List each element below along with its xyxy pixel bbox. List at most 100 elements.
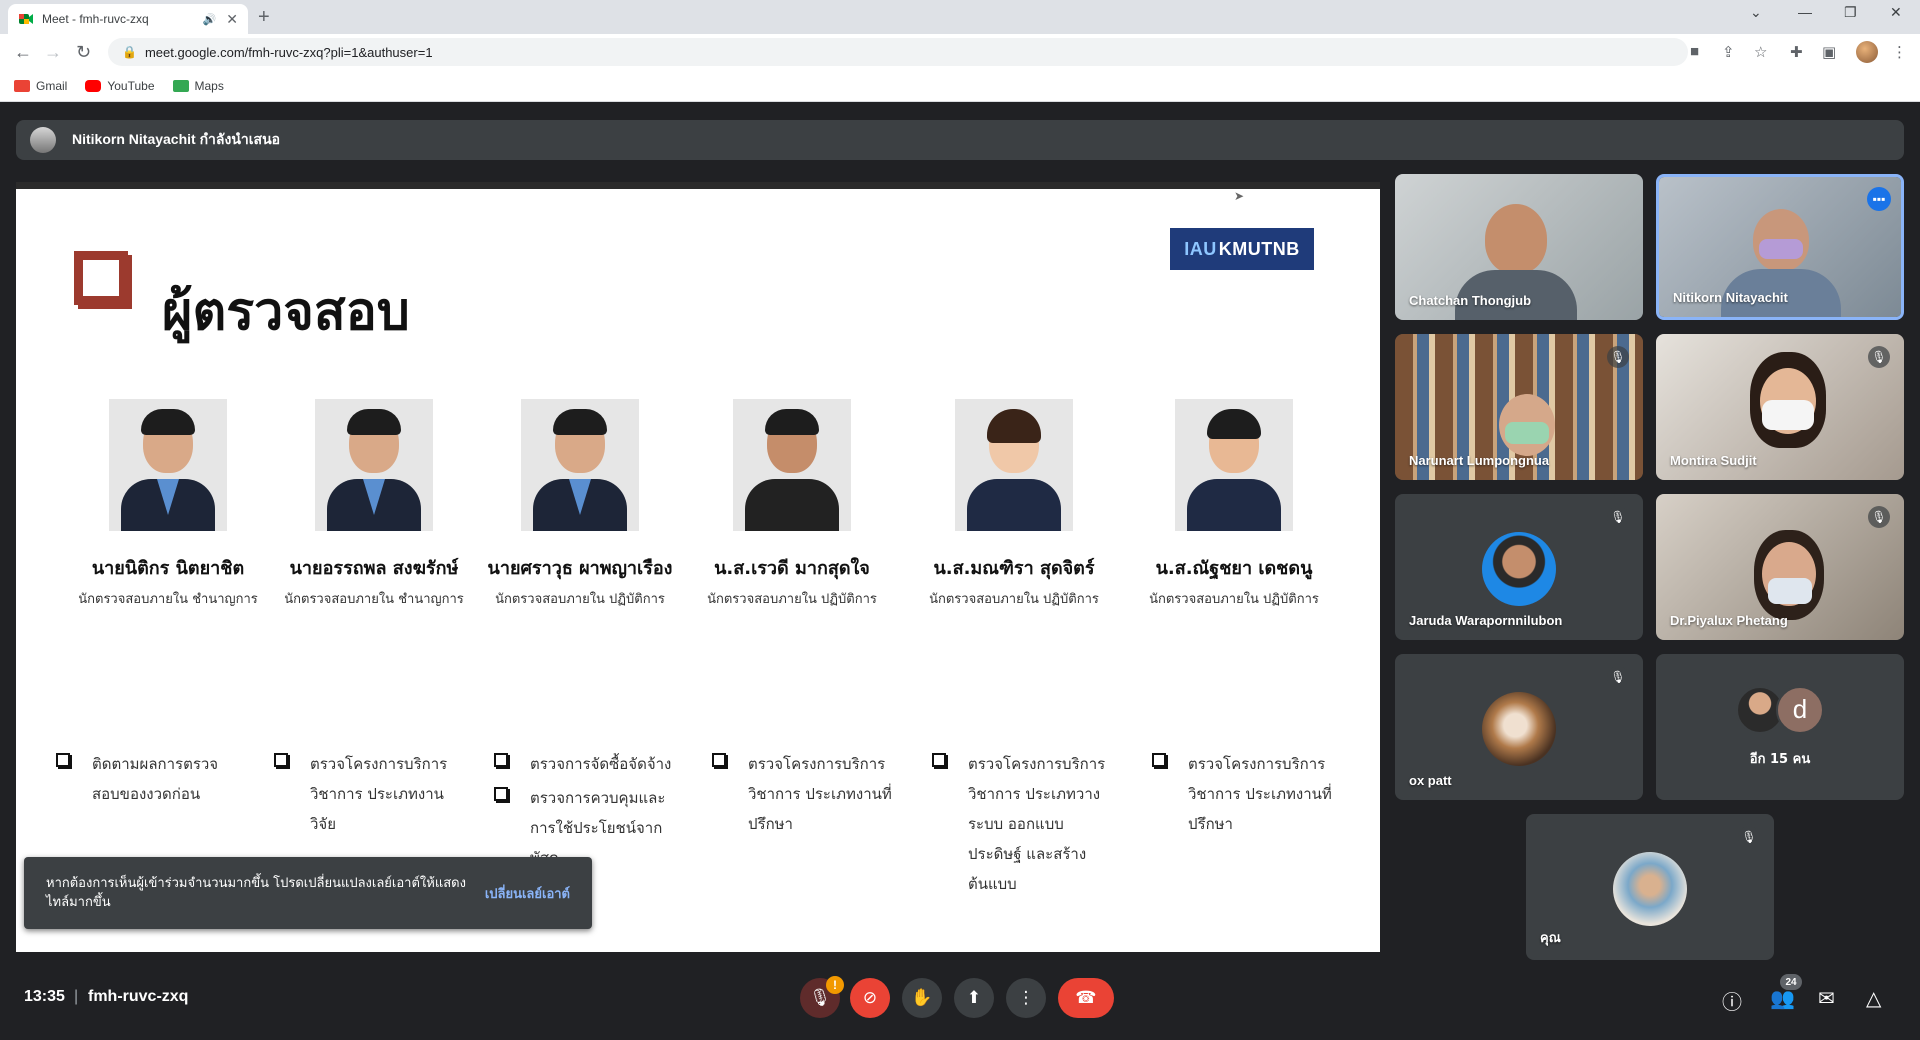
member-card: น.ส.เรวดี มากสุดใจ นักตรวจสอบภายใน ปฏิบั…	[692, 399, 892, 609]
participant-name: Narunart Lumpongnua	[1409, 453, 1550, 468]
member-duties: ตรวจโครงการบริการวิชาการ ประเภทงานที่ปรึ…	[712, 749, 892, 843]
muted-mic-icon: 🎙	[1607, 666, 1629, 688]
member-name: น.ส.มณฑิรา สุดจิตร์	[933, 558, 1095, 579]
minimize-icon[interactable]: —	[1798, 4, 1812, 20]
tab-close-icon[interactable]: ✕	[226, 11, 238, 28]
window-close-icon[interactable]: ✕	[1890, 4, 1902, 21]
activities-icon[interactable]: △	[1866, 986, 1881, 1011]
mouse-cursor-icon: ➤	[1234, 189, 1245, 203]
duty-item: ตรวจโครงการบริการวิชาการ ประเภทงานที่ปรึ…	[712, 749, 892, 839]
member-role: นักตรวจสอบภายใน ปฏิบัติการ	[707, 592, 877, 607]
participant-tile[interactable]: 🎙 Montira Sudjit	[1656, 334, 1904, 480]
side-panel-icon[interactable]: ▣	[1822, 43, 1836, 61]
present-button[interactable]: ⬆	[954, 978, 994, 1018]
duty-item: ติดตามผลการตรวจสอบของงวดก่อน	[56, 749, 236, 809]
presenting-banner: Nitikorn Nitayachit กำลังนำเสนอ	[16, 120, 1904, 160]
controls-bar: 13:35 | fmh-ruvc-zxq 🎙 ! ⊘ ✋ ⬆ ⋮ ☎ ⓘ 👥 2…	[0, 950, 1920, 1040]
member-photo	[1175, 399, 1293, 531]
member-name: น.ส.เรวดี มากสุดใจ	[714, 558, 870, 579]
title-square-icon	[74, 251, 128, 305]
iau-kmutnb-logo: IAU KMUTNB	[1170, 228, 1314, 270]
reload-icon[interactable]: ↻	[76, 42, 91, 63]
change-layout-button[interactable]: เปลี่ยนเลย์เอาต์	[485, 883, 570, 904]
member-card: นายศราวุธ ผาพญาเรือง นักตรวจสอบภายใน ปฏิ…	[480, 399, 680, 609]
duty-item: ตรวจโครงการบริการวิชาการ ประเภทวางระบบ อ…	[932, 749, 1112, 899]
member-duties: ตรวจโครงการบริการวิชาการ ประเภทงานวิจัย	[274, 749, 454, 843]
checkbox-icon	[932, 753, 946, 767]
toast-message: หากต้องการเห็นผู้เข้าร่วมจำนวนมากขึ้น โป…	[46, 876, 466, 910]
meeting-time: 13:35	[24, 988, 65, 1005]
member-photo	[955, 399, 1073, 531]
omnibox[interactable]: 🔒 meet.google.com/fmh-ruvc-zxq?pli=1&aut…	[108, 38, 1688, 66]
more-participants-label: อีก 15 คน	[1749, 751, 1811, 767]
more-vert-icon: ⋮	[1017, 988, 1035, 1007]
checkbox-icon	[1152, 753, 1166, 767]
muted-mic-icon: 🎙	[1868, 346, 1890, 368]
member-card: น.ส.ณัฐชยา เดชดนู นักตรวจสอบภายใน ปฏิบัต…	[1134, 399, 1334, 609]
camera-in-use-icon[interactable]: ■	[1690, 43, 1699, 60]
chat-icon[interactable]: ✉	[1818, 986, 1835, 1011]
profile-avatar[interactable]	[1856, 41, 1878, 63]
muted-mic-icon: 🎙	[1607, 346, 1629, 368]
member-name: นายศราวุธ ผาพญาเรือง	[487, 558, 673, 579]
participant-name: คุณ	[1540, 930, 1561, 945]
participant-tile[interactable]: 🎙 Dr.Piyalux Phetang	[1656, 494, 1904, 640]
meeting-details-icon[interactable]: ⓘ	[1722, 986, 1742, 1015]
member-role: นักตรวจสอบภายใน ปฏิบัติการ	[1149, 592, 1319, 607]
checkbox-icon	[712, 753, 726, 767]
participant-tile[interactable]: Chatchan Thongjub	[1395, 174, 1643, 320]
member-duties: ตรวจโครงการบริการวิชาการ ประเภทวางระบบ อ…	[932, 749, 1112, 903]
meeting-code: fmh-ruvc-zxq	[88, 988, 189, 1005]
member-role: นักตรวจสอบภายใน ชำนาญการ	[78, 592, 258, 607]
meet-stage: Nitikorn Nitayachit กำลังนำเสนอ ผู้ตรวจส…	[0, 102, 1920, 1040]
participant-tile[interactable]: 🎙 Narunart Lumpongnua	[1395, 334, 1643, 480]
extensions-icon[interactable]: ✚	[1790, 43, 1803, 61]
member-name: นายนิติกร นิตยาชิต	[91, 558, 245, 579]
new-tab-icon[interactable]: +	[258, 6, 270, 29]
back-icon[interactable]: ←	[14, 42, 32, 63]
raise-hand-button[interactable]: ✋	[902, 978, 942, 1018]
participant-name: Montira Sudjit	[1670, 453, 1757, 468]
bookmark-star-icon[interactable]: ☆	[1754, 43, 1767, 61]
browser-menu-icon[interactable]: ⋮	[1892, 43, 1907, 61]
participant-name: Dr.Piyalux Phetang	[1670, 613, 1788, 628]
hand-icon: ✋	[911, 988, 933, 1007]
bookmark-youtube[interactable]: YouTube	[85, 79, 155, 93]
tab-search-icon[interactable]: ⌄	[1750, 4, 1762, 21]
speaking-indicator-icon: ▪▪▪	[1867, 187, 1891, 211]
bookmark-maps[interactable]: Maps	[172, 79, 224, 93]
forward-icon[interactable]: →	[44, 42, 62, 63]
checkbox-icon	[494, 753, 508, 767]
participant-avatar	[1482, 692, 1556, 766]
meet-favicon-icon	[19, 14, 33, 24]
checkbox-icon	[56, 753, 70, 767]
share-icon[interactable]: ⇪	[1722, 43, 1735, 61]
presenter-avatar	[30, 127, 56, 153]
leave-call-button[interactable]: ☎	[1058, 978, 1114, 1018]
self-view-tile[interactable]: 🎙 คุณ	[1526, 814, 1774, 960]
participant-tile[interactable]: 🎙 Jaruda Warapornnilubon	[1395, 494, 1643, 640]
member-photo	[733, 399, 851, 531]
participant-avatar	[1613, 852, 1687, 926]
lock-icon[interactable]: 🔒	[122, 45, 137, 59]
layout-toast: หากต้องการเห็นผู้เข้าร่วมจำนวนมากขึ้น โป…	[24, 857, 592, 929]
more-options-button[interactable]: ⋮	[1006, 978, 1046, 1018]
separator: |	[74, 988, 79, 1005]
checkbox-icon	[274, 753, 288, 767]
checkbox-icon	[494, 787, 508, 801]
more-participants-tile[interactable]: d อีก 15 คน	[1656, 654, 1904, 800]
restore-icon[interactable]: ❐	[1844, 4, 1857, 21]
browser-tab[interactable]: Meet - fmh-ruvc-zxq 🔊 ✕	[8, 4, 248, 34]
camera-button[interactable]: ⊘	[850, 978, 890, 1018]
muted-mic-icon: 🎙	[1738, 826, 1760, 848]
duty-item: ตรวจการจัดซื้อจัดจ้าง	[494, 749, 684, 779]
muted-mic-icon: 🎙	[1607, 506, 1629, 528]
participant-tile[interactable]: 🎙 ox patt	[1395, 654, 1643, 800]
bookmarks-bar: Gmail YouTube Maps	[0, 70, 1920, 102]
bookmark-gmail[interactable]: Gmail	[14, 79, 67, 93]
participant-name: Nitikorn Nitayachit	[1673, 290, 1788, 305]
participant-tile[interactable]: ▪▪▪ Nitikorn Nitayachit	[1656, 174, 1904, 320]
participant-name: Chatchan Thongjub	[1409, 293, 1532, 308]
duty-item: ตรวจโครงการบริการวิชาการ ประเภทงานที่ปรึ…	[1152, 749, 1332, 839]
tab-audio-icon[interactable]: 🔊	[203, 13, 217, 26]
